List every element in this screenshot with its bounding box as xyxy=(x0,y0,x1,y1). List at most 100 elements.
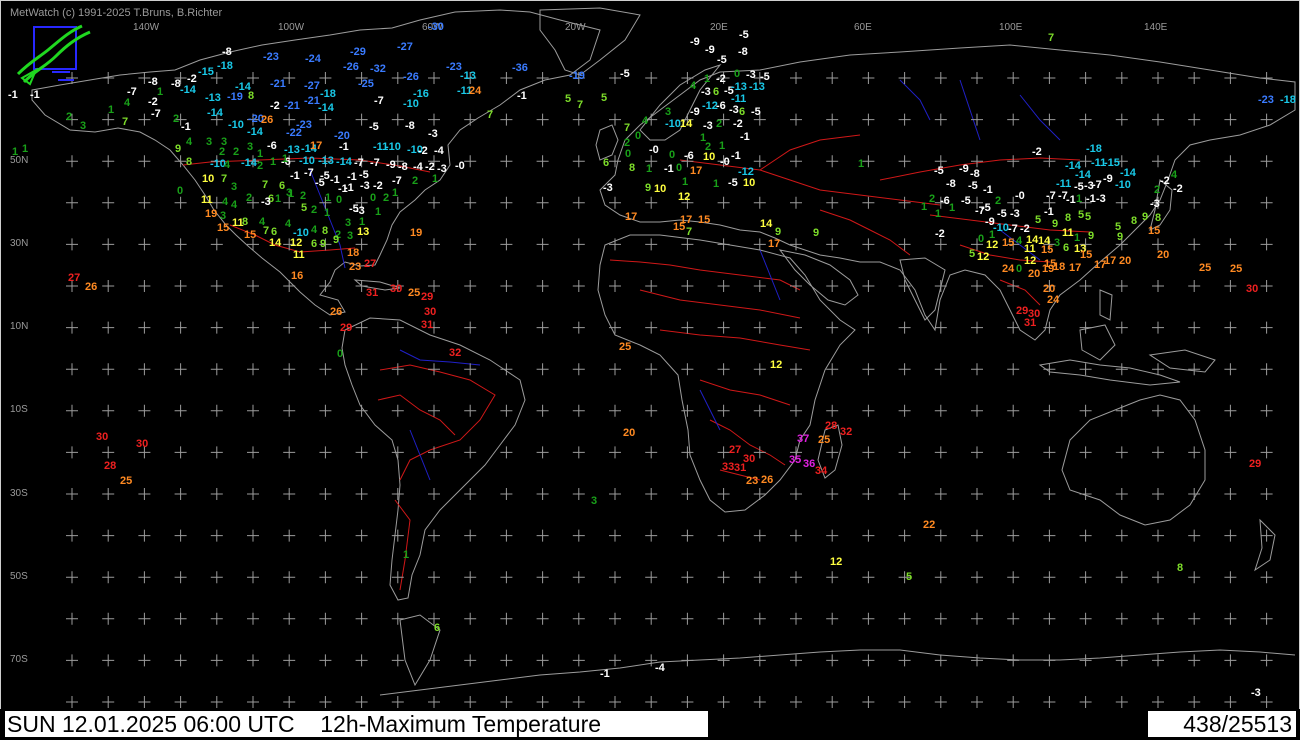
temperature-value: -0 xyxy=(649,144,659,156)
grid-cross xyxy=(1152,72,1164,84)
grid-cross xyxy=(645,72,658,84)
temperature-value: -24 xyxy=(305,53,321,65)
grid-cross xyxy=(102,612,115,625)
grid-cross xyxy=(1079,488,1092,500)
temperature-value: 37 xyxy=(797,433,810,445)
grid-cross xyxy=(1007,488,1020,500)
grid-cross xyxy=(102,571,115,584)
grid-cross xyxy=(934,72,947,84)
temperature-value: -7 xyxy=(1008,223,1018,235)
grid-cross xyxy=(826,696,839,708)
grid-cross xyxy=(971,280,983,292)
grid-cross xyxy=(391,238,404,251)
temperature-value: 2 xyxy=(300,190,307,202)
temperature-value: 5 xyxy=(1085,211,1092,223)
grid-cross xyxy=(247,696,259,708)
lat-label: 10S xyxy=(10,404,28,415)
temperature-value: 0 xyxy=(177,185,184,197)
temperature-value: -10 xyxy=(665,118,681,130)
temperature-value: -15 xyxy=(198,66,214,78)
temperature-value: 12 xyxy=(290,237,303,249)
temperature-value: 3 xyxy=(591,495,598,507)
temperature-value: 1 xyxy=(270,156,277,168)
temperature-value: 2 xyxy=(66,111,73,123)
temperature-value: 9 xyxy=(775,226,782,238)
temperature-value: 5 xyxy=(301,202,308,214)
grid-cross xyxy=(319,612,332,625)
grid-cross xyxy=(1224,612,1237,625)
temperature-value: 2 xyxy=(233,146,240,158)
lon-label: 20W xyxy=(565,22,586,33)
grid-cross xyxy=(1224,238,1237,251)
grid-cross xyxy=(1188,446,1201,459)
grid-cross xyxy=(138,529,151,542)
grid-cross xyxy=(210,321,223,334)
grid-cross xyxy=(1079,113,1092,126)
grid-cross xyxy=(102,363,115,376)
grid-cross xyxy=(1115,196,1128,209)
grid-cross xyxy=(391,696,404,708)
lat-label: 30N xyxy=(10,238,29,249)
grid-cross xyxy=(319,696,332,708)
grid-cross xyxy=(971,612,983,625)
temperature-value: 1 xyxy=(403,549,410,561)
grid-cross xyxy=(645,696,658,708)
grid-cross xyxy=(1115,72,1128,84)
temperature-value: 15 xyxy=(1148,225,1161,237)
temperature-value: -0 xyxy=(720,156,730,168)
temperature-value: 4 xyxy=(285,218,292,230)
grid-cross xyxy=(355,363,368,376)
temperature-value: 6 xyxy=(1063,242,1070,254)
temperature-value: -13 xyxy=(460,70,476,82)
grid-cross xyxy=(826,280,839,292)
temperature-value: -1 xyxy=(30,89,40,101)
grid-cross xyxy=(464,238,477,251)
grid-cross xyxy=(572,404,585,417)
grid-cross xyxy=(826,72,839,84)
temperature-value: 22 xyxy=(923,519,936,531)
grid-cross xyxy=(826,612,839,625)
temperature-value: -1 xyxy=(517,90,527,102)
grid-cross xyxy=(609,446,621,459)
grid-cross xyxy=(391,446,404,459)
temperature-value: -1 xyxy=(600,668,610,680)
temperature-value: -36 xyxy=(512,62,528,74)
temperature-value: -3 xyxy=(703,120,713,132)
temperature-value: -1 xyxy=(664,163,674,175)
grid-cross xyxy=(428,446,440,459)
temperature-value: -4 xyxy=(434,145,444,157)
grid-cross xyxy=(1260,72,1273,84)
grid-cross xyxy=(536,155,549,168)
grid-cross xyxy=(428,113,440,126)
grid-cross xyxy=(174,696,187,708)
temperature-value: 6 xyxy=(603,157,610,169)
grid-cross xyxy=(210,612,223,625)
grid-cross xyxy=(1260,571,1273,584)
temperature-value: -15 xyxy=(1104,157,1120,169)
grid-cross xyxy=(283,488,296,500)
grid-cross xyxy=(1043,446,1056,459)
lat-label: 50S xyxy=(10,571,28,582)
grid-cross xyxy=(319,488,332,500)
temperature-value: -5 xyxy=(751,106,761,118)
coast-philippines xyxy=(1099,289,1113,321)
temperature-value: 27 xyxy=(729,444,742,456)
temperature-value: 10 xyxy=(202,173,215,185)
grid-cross xyxy=(536,612,549,625)
grid-cross xyxy=(862,696,875,708)
grid-cross xyxy=(826,404,839,417)
coast-south-america xyxy=(341,317,526,601)
grid-cross xyxy=(826,155,839,168)
grid-cross xyxy=(500,446,513,459)
grid-cross xyxy=(862,529,875,542)
grid-cross xyxy=(790,113,802,126)
temperature-value: 15 xyxy=(1080,249,1093,261)
grid-cross xyxy=(753,238,766,251)
world-map[interactable] xyxy=(0,0,1300,709)
grid-cross xyxy=(102,321,115,334)
grid-cross xyxy=(428,571,440,584)
grid-cross xyxy=(934,529,947,542)
temperature-value: 7 xyxy=(624,122,631,134)
temperature-value: -18 xyxy=(1280,94,1296,106)
grid-cross xyxy=(174,446,187,459)
